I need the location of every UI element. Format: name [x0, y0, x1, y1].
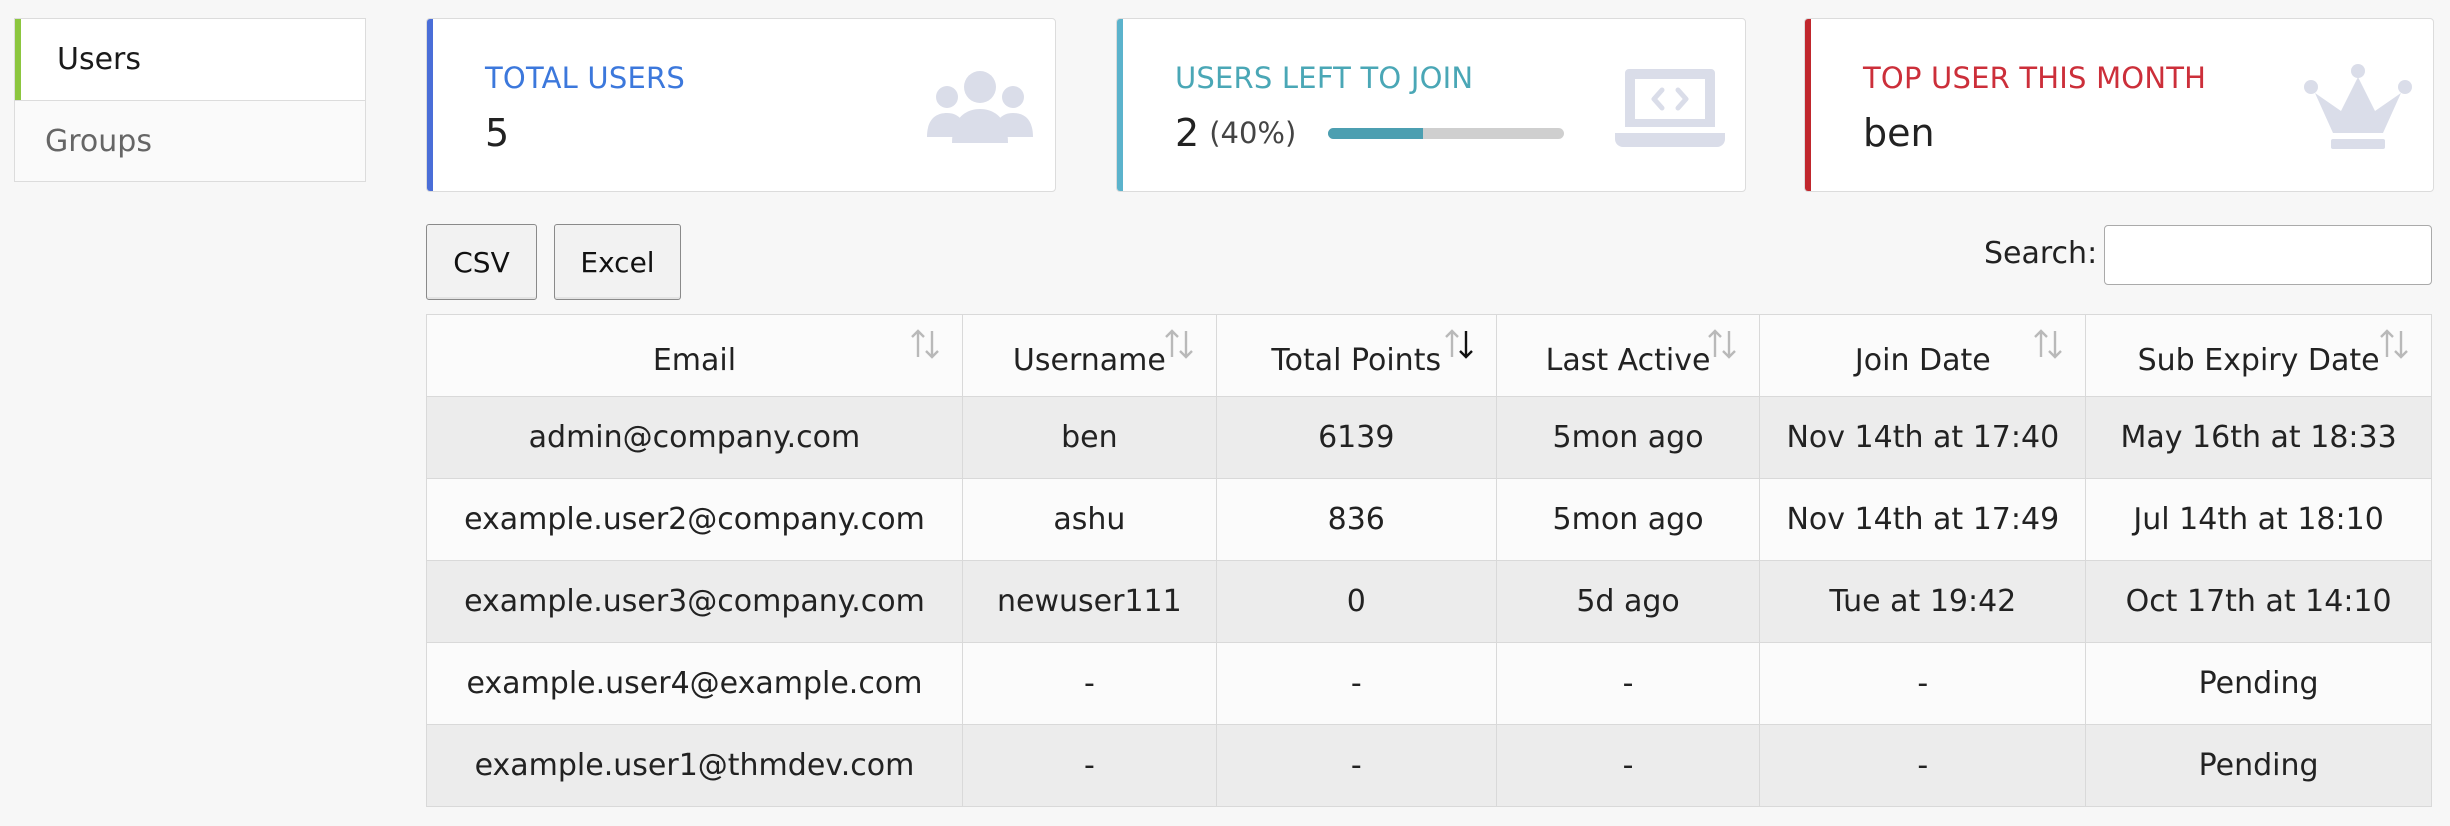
column-header-label: Total Points — [1271, 343, 1442, 378]
table-cell: Tue at 19:42 — [1759, 560, 2087, 643]
top-user-card: TOP USER THIS MONTH ben — [1804, 18, 2434, 192]
progress-fill — [1328, 127, 1423, 139]
search-label: Search: — [1984, 236, 2098, 271]
table-cell: - — [961, 724, 1217, 807]
table-row: example.user4@example.com - - - - Pending — [426, 642, 2432, 725]
sort-arrows-icon[interactable] — [2379, 327, 2409, 361]
column-header-last-active[interactable]: Last Active — [1495, 314, 1761, 397]
table-row: example.user3@company.com newuser111 0 5d a… — [426, 560, 2432, 643]
column-header-username[interactable]: Username — [961, 314, 1217, 397]
table-row: example.user2@company.com ashu 836 5mon ago… — [426, 478, 2432, 561]
table-row: example.user1@thmdev.com - - - - Pending — [426, 724, 2432, 807]
column-header-label: Username — [1012, 343, 1166, 378]
excel-export-button[interactable]: Excel — [554, 224, 681, 300]
users-left-label: USERS LEFT TO JOIN — [1175, 61, 1474, 95]
sort-arrows-icon[interactable] — [1444, 327, 1474, 361]
table-cell: Nov 14th at 17:49 — [1759, 478, 2087, 561]
table-cell: - — [1495, 642, 1761, 725]
table-cell: newuser111 — [961, 560, 1217, 643]
total-users-card: TOTAL USERS 5 — [426, 18, 1056, 192]
users-left-value: 2 (40%) — [1175, 111, 1565, 155]
column-header-join-date[interactable]: Join Date — [1759, 314, 2087, 397]
table-cell: admin@company.com — [426, 396, 963, 479]
column-header-label: Last Active — [1545, 343, 1711, 378]
sort-arrows-icon[interactable] — [1164, 327, 1194, 361]
table-cell: - — [1495, 724, 1761, 807]
table-cell: - — [1759, 724, 2087, 807]
sidebar-item-users[interactable]: Users — [15, 19, 365, 100]
table-cell: 5mon ago — [1495, 478, 1761, 561]
table-cell: ashu — [961, 478, 1217, 561]
sort-arrows-icon[interactable] — [910, 327, 940, 361]
column-header-label: Join Date — [1854, 343, 1991, 378]
table-cell: - — [1215, 642, 1497, 725]
table-cell: example.user3@company.com — [426, 560, 963, 643]
sidebar-nav: Users Groups — [14, 18, 366, 182]
users-left-count: 2 — [1175, 111, 1200, 155]
top-user-name: ben — [1863, 111, 1935, 155]
csv-export-button[interactable]: CSV — [426, 224, 537, 300]
sort-arrows-icon[interactable] — [1707, 327, 1737, 361]
total-users-value: 5 — [485, 111, 509, 155]
search-input[interactable] — [2104, 225, 2432, 285]
table-header-row: Email Username Total Points Last Active … — [426, 314, 2432, 397]
top-user-label: TOP USER THIS MONTH — [1863, 61, 2207, 95]
column-header-email[interactable]: Email — [426, 314, 963, 397]
sort-arrows-icon[interactable] — [2033, 327, 2063, 361]
column-header-total-points[interactable]: Total Points — [1215, 314, 1497, 397]
table-cell: - — [1215, 724, 1497, 807]
table-cell: example.user1@thmdev.com — [426, 724, 963, 807]
column-header-label: Sub Expiry Date — [2137, 343, 2380, 378]
table-cell: 0 — [1215, 560, 1497, 643]
table-cell: 5mon ago — [1495, 396, 1761, 479]
top-user-value: ben — [1863, 111, 1935, 155]
sidebar-item-groups[interactable]: Groups — [15, 100, 365, 181]
users-left-progress-bar — [1328, 127, 1565, 139]
table-cell: Oct 17th at 14:10 — [2085, 560, 2432, 643]
column-header-label: Email — [652, 343, 737, 378]
table-cell: May 16th at 18:33 — [2085, 396, 2432, 479]
table-cell: Jul 14th at 18:10 — [2085, 478, 2432, 561]
table-cell: - — [961, 642, 1217, 725]
table-row: admin@company.com ben 6139 5mon ago Nov 14th… — [426, 396, 2432, 479]
table-cell: Nov 14th at 17:40 — [1759, 396, 2087, 479]
users-left-percent: (40%) — [1209, 116, 1297, 150]
table-cell: 5d ago — [1495, 560, 1761, 643]
table-cell: Pending — [2085, 642, 2432, 725]
table-cell: - — [1759, 642, 2087, 725]
users-table: Email Username Total Points Last Active … — [426, 314, 2432, 807]
laptop-code-icon — [1615, 69, 1725, 147]
table-cell: 836 — [1215, 478, 1497, 561]
total-users-label: TOTAL USERS — [485, 61, 685, 95]
total-users-count: 5 — [485, 111, 510, 155]
users-group-icon — [927, 71, 1033, 143]
table-cell: example.user2@company.com — [426, 478, 963, 561]
table-cell: Pending — [2085, 724, 2432, 807]
column-header-sub-expiry-date[interactable]: Sub Expiry Date — [2085, 314, 2432, 397]
crown-icon — [2304, 64, 2412, 149]
table-cell: example.user4@example.com — [426, 642, 963, 725]
table-cell: 6139 — [1215, 396, 1497, 479]
table-cell: ben — [961, 396, 1217, 479]
users-left-card: USERS LEFT TO JOIN 2 (40%) — [1116, 18, 1746, 192]
